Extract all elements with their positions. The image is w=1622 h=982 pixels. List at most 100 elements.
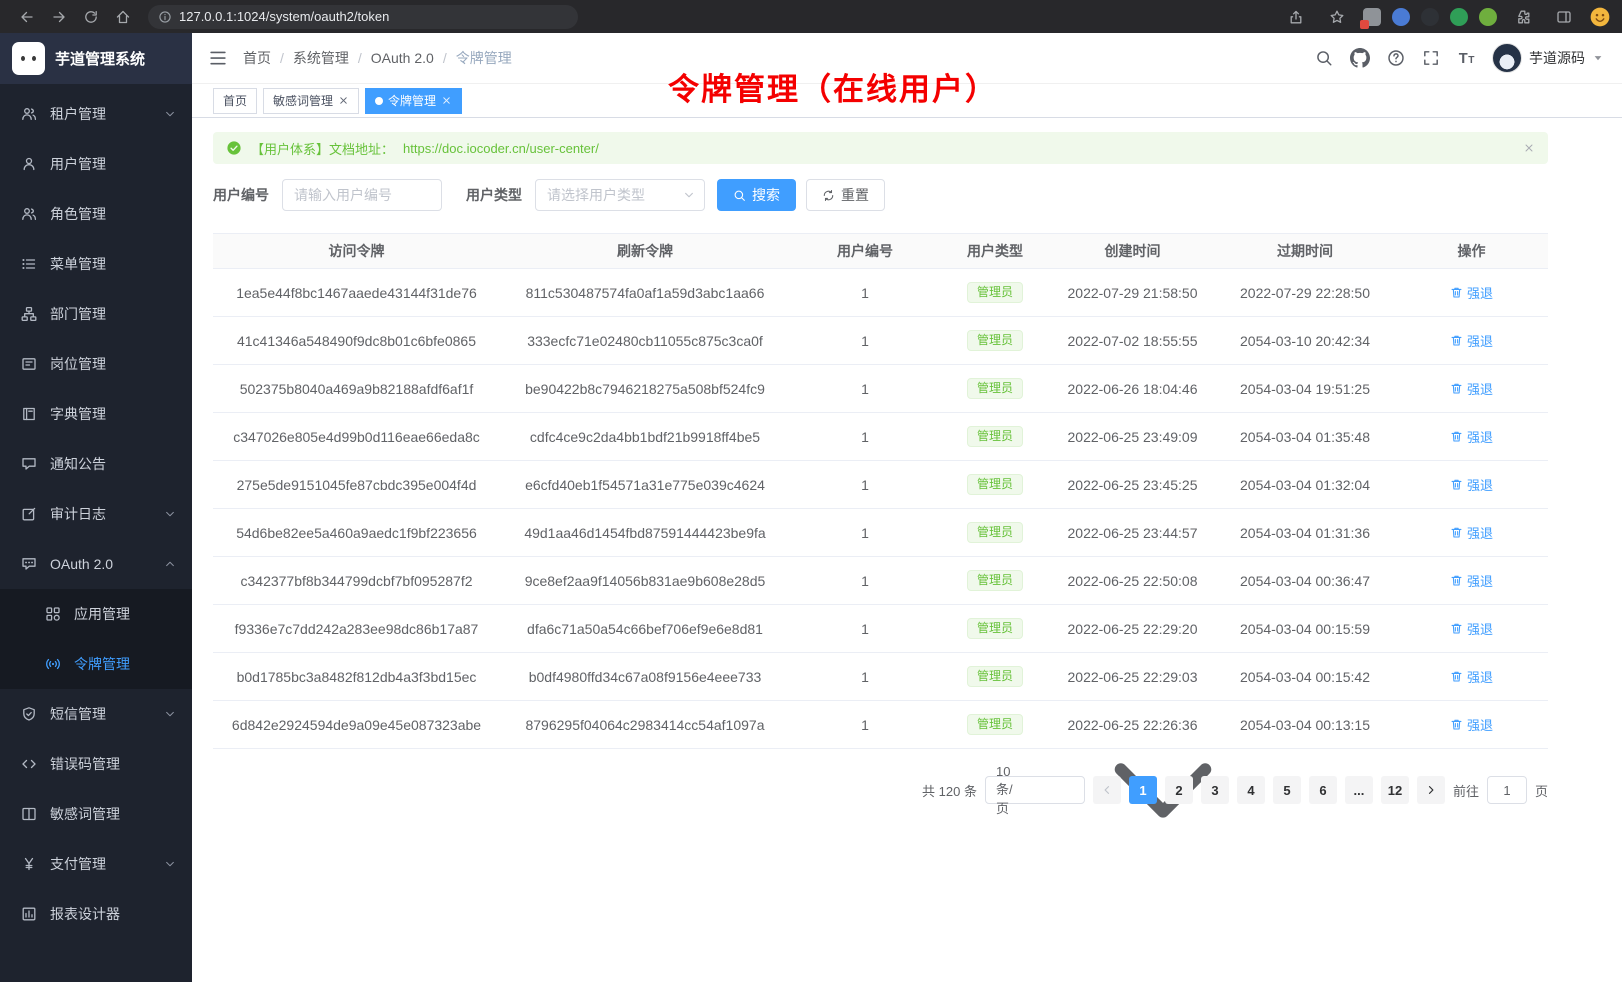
goto-page-input[interactable]: [1487, 776, 1527, 804]
tab-token[interactable]: 令牌管理: [365, 88, 462, 114]
force-logout-button[interactable]: 强退: [1450, 619, 1493, 638]
extension-icon-4[interactable]: [1450, 8, 1468, 26]
user-type-badge: 管理员: [967, 522, 1023, 543]
share-icon[interactable]: [1281, 4, 1311, 30]
cell-access-token: f9336e7c7dd242a283ee98dc86b17a87: [213, 605, 500, 653]
side-panel-icon[interactable]: [1549, 4, 1579, 30]
user-type-label: 用户类型: [466, 185, 522, 205]
cell-action: 强退: [1395, 653, 1548, 701]
sidebar-item-pay[interactable]: 支付管理: [0, 839, 192, 889]
force-logout-button[interactable]: 强退: [1450, 283, 1493, 302]
sidebar-item-tenant[interactable]: 租户管理: [0, 89, 192, 139]
next-page-button[interactable]: [1417, 776, 1445, 804]
sidebar-collapse-icon[interactable]: [208, 48, 228, 68]
search-button[interactable]: 搜索: [717, 179, 796, 211]
browser-reload-button[interactable]: [76, 4, 106, 30]
app-title: 芋道管理系统: [55, 48, 145, 69]
sidebar-item-error-code[interactable]: 错误码管理: [0, 739, 192, 789]
sidebar-item-audit-log[interactable]: 审计日志: [0, 489, 192, 539]
page-button-6[interactable]: 6: [1309, 776, 1337, 804]
sidebar-item-user[interactable]: 用户管理: [0, 139, 192, 189]
page-button-1[interactable]: 1: [1129, 776, 1157, 804]
browser-forward-button[interactable]: [44, 4, 74, 30]
page-button-2[interactable]: 2: [1165, 776, 1193, 804]
sidebar-item-role[interactable]: 角色管理: [0, 189, 192, 239]
close-icon[interactable]: [338, 95, 349, 106]
user-name: 芋道源码: [1529, 48, 1585, 68]
code-icon: [21, 756, 37, 772]
browser-home-button[interactable]: [108, 4, 138, 30]
extension-icon-3[interactable]: [1421, 8, 1439, 26]
cell-action: 强退: [1395, 317, 1548, 365]
cell-access-token: 54d6be82ee5a460a9aedc1f9bf223656: [213, 509, 500, 557]
breadcrumb-item[interactable]: OAuth 2.0: [349, 50, 434, 66]
sidebar-item-notice[interactable]: 通知公告: [0, 439, 192, 489]
table-row: b0d1785bc3a8482f812db4a3f3bd15ec b0df498…: [213, 653, 1548, 701]
user-type-select[interactable]: 请选择用户类型: [535, 179, 705, 211]
tab-home[interactable]: 首页: [213, 88, 257, 114]
cell-expire-time: 2054-03-04 00:15:42: [1215, 653, 1395, 701]
help-icon[interactable]: [1387, 49, 1405, 67]
page-button-3[interactable]: 3: [1201, 776, 1229, 804]
sidebar-item-menu[interactable]: 菜单管理: [0, 239, 192, 289]
reset-button[interactable]: 重置: [806, 179, 885, 211]
browser-profile-avatar[interactable]: [1590, 7, 1610, 27]
sidebar-item-report-designer[interactable]: 报表设计器: [0, 889, 192, 939]
cell-user-id: 1: [790, 461, 940, 509]
extension-icon-2[interactable]: [1392, 8, 1410, 26]
force-logout-button[interactable]: 强退: [1450, 475, 1493, 494]
column-header: 用户编号: [790, 234, 940, 269]
breadcrumb-item[interactable]: 系统管理: [271, 48, 349, 68]
sidebar-item-sms[interactable]: 短信管理: [0, 689, 192, 739]
page-button-12[interactable]: 12: [1381, 776, 1409, 804]
cell-expire-time: 2054-03-04 01:35:48: [1215, 413, 1395, 461]
app-icon: [45, 606, 61, 622]
force-logout-button[interactable]: 强退: [1450, 667, 1493, 686]
extension-icon-5[interactable]: [1479, 8, 1497, 26]
extensions-puzzle-icon[interactable]: [1508, 4, 1538, 30]
force-logout-button[interactable]: 强退: [1450, 427, 1493, 446]
page-size-select[interactable]: 10条/页: [985, 776, 1085, 804]
extension-icon-1[interactable]: [1363, 8, 1381, 26]
browser-chrome: 127.0.0.1:1024/system/oauth2/token: [0, 0, 1622, 33]
cell-user-id: 1: [790, 557, 940, 605]
search-icon[interactable]: [1315, 49, 1333, 67]
force-logout-button[interactable]: 强退: [1450, 523, 1493, 542]
sidebar-item-oauth2[interactable]: OAuth 2.0: [0, 539, 192, 589]
page-button-5[interactable]: 5: [1273, 776, 1301, 804]
app-logo-row[interactable]: 芋道管理系统: [0, 33, 192, 84]
chevron-up-icon: [164, 558, 176, 570]
table-row: 502375b8040a469a9b82188afdf6af1f be90422…: [213, 365, 1548, 413]
force-logout-button[interactable]: 强退: [1450, 331, 1493, 350]
sidebar-item-oauth2-token[interactable]: 令牌管理: [0, 639, 192, 689]
sidebar-item-dict[interactable]: 字典管理: [0, 389, 192, 439]
user-id-input[interactable]: [282, 179, 442, 211]
tab-sensitive-word[interactable]: 敏感词管理: [263, 88, 359, 114]
close-icon[interactable]: [441, 95, 452, 106]
fullscreen-icon[interactable]: [1422, 49, 1440, 67]
url-bar[interactable]: 127.0.0.1:1024/system/oauth2/token: [148, 5, 578, 29]
table-row: 1ea5e44f8bc1467aaede43144f31de76 811c530…: [213, 269, 1548, 317]
force-logout-button[interactable]: 强退: [1450, 571, 1493, 590]
browser-back-button[interactable]: [12, 4, 42, 30]
force-logout-button[interactable]: 强退: [1450, 379, 1493, 398]
user-menu[interactable]: 芋道源码: [1492, 43, 1604, 73]
app-logo: [12, 42, 45, 75]
breadcrumb-item[interactable]: 首页: [243, 48, 271, 68]
alert-close-icon[interactable]: [1523, 142, 1535, 154]
site-info-icon[interactable]: [158, 10, 172, 24]
sidebar-item-dept[interactable]: 部门管理: [0, 289, 192, 339]
page-button-4[interactable]: 4: [1237, 776, 1265, 804]
sidebar-item-sensitive-word[interactable]: 敏感词管理: [0, 789, 192, 839]
prev-page-button[interactable]: [1093, 776, 1121, 804]
bookmark-star-icon[interactable]: [1322, 4, 1352, 30]
table-row: c342377bf8b344799dcbf7bf095287f2 9ce8ef2…: [213, 557, 1548, 605]
sidebar-item-oauth2-app[interactable]: 应用管理: [0, 589, 192, 639]
force-logout-button[interactable]: 强退: [1450, 715, 1493, 734]
cell-create-time: 2022-06-25 23:44:57: [1050, 509, 1215, 557]
sidebar-item-post[interactable]: 岗位管理: [0, 339, 192, 389]
font-size-icon[interactable]: [1457, 49, 1475, 67]
doc-link[interactable]: https://doc.iocoder.cn/user-center/: [403, 141, 599, 156]
page-more-button[interactable]: ...: [1345, 776, 1373, 804]
github-icon[interactable]: [1350, 48, 1370, 68]
